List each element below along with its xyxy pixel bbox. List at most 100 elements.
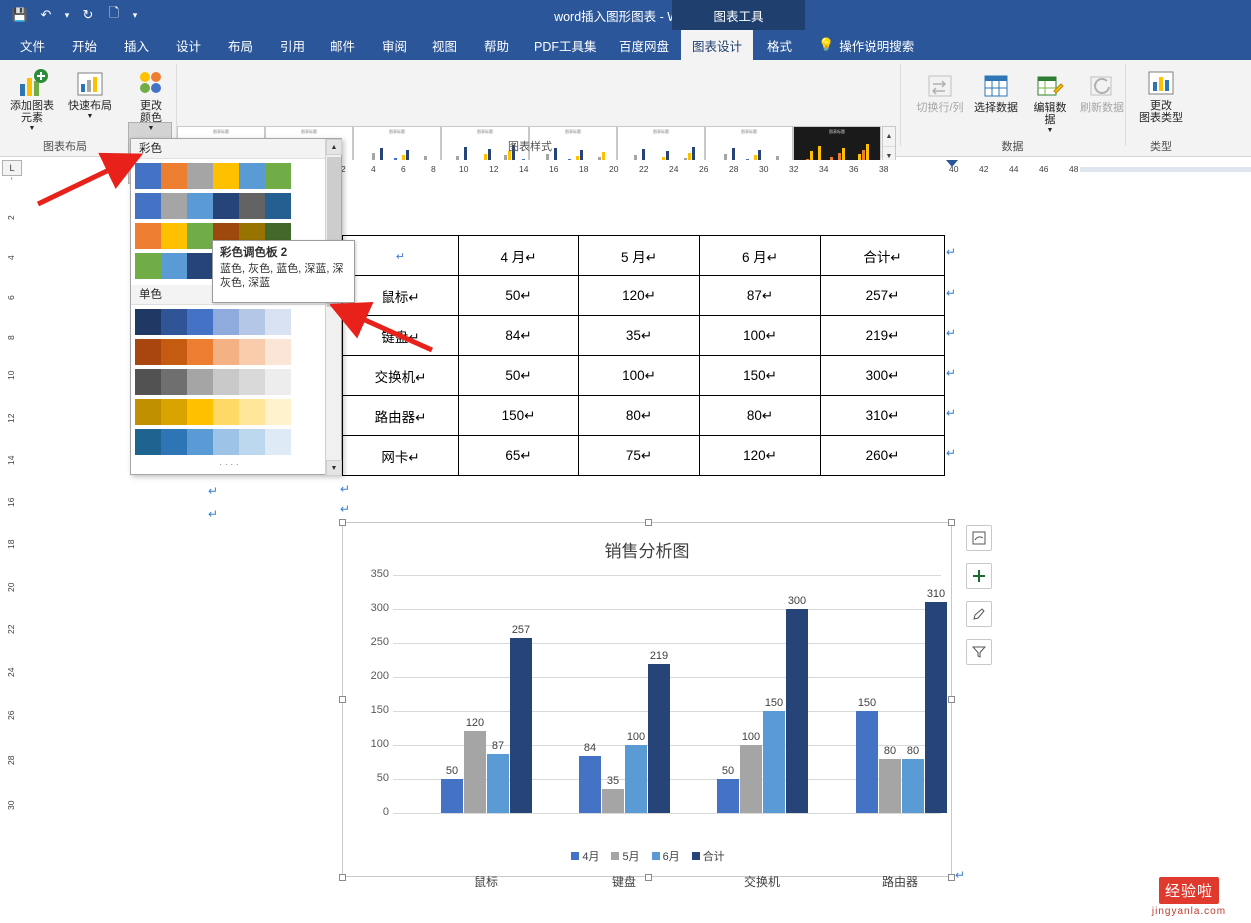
color-swatch[interactable] <box>187 309 213 335</box>
color-swatch[interactable] <box>187 399 213 425</box>
tab-help[interactable]: 帮助 <box>474 30 519 60</box>
table-cell[interactable]: 257↵ <box>820 275 945 316</box>
table-cell[interactable]: 150↵ <box>458 395 579 436</box>
color-swatch[interactable] <box>135 223 161 249</box>
color-swatch[interactable] <box>161 163 187 189</box>
tab-references[interactable]: 引用 <box>270 30 315 60</box>
horizontal-ruler[interactable]: 2 4 6 8 10 12 14 16 18 20 22 24 26 28 30… <box>208 160 1251 180</box>
indent-marker[interactable] <box>946 160 958 167</box>
bar-6月-交换机[interactable] <box>763 711 785 813</box>
table-cell[interactable]: 65↵ <box>458 435 579 476</box>
color-swatch[interactable] <box>187 163 213 189</box>
color-swatch[interactable] <box>265 369 291 395</box>
table-cell[interactable]: 87↵ <box>699 275 821 316</box>
table-cell[interactable]: 合计↵ <box>820 235 945 276</box>
color-swatch[interactable] <box>239 309 265 335</box>
resize-handle-ne[interactable] <box>948 519 955 526</box>
table-cell[interactable]: 260↵ <box>820 435 945 476</box>
table-row[interactable]: 网卡↵ 65↵ 75↵ 120↵ 260↵ <box>342 435 945 476</box>
quick-layout-button[interactable]: 快速布局 ▼ <box>62 66 118 120</box>
color-swatch[interactable] <box>239 163 265 189</box>
color-swatch[interactable] <box>187 369 213 395</box>
color-swatch[interactable] <box>161 253 187 279</box>
tell-me-search[interactable]: 💡 操作说明搜索 <box>818 30 914 60</box>
vertical-ruler[interactable]: - 2 4 6 8 10 12 14 16 18 20 22 24 26 28 … <box>0 160 28 923</box>
resize-handle-sw[interactable] <box>339 874 346 881</box>
legend-item[interactable]: 6月 <box>651 848 680 864</box>
resize-handle-n[interactable] <box>645 519 652 526</box>
tab-pdf-tools[interactable]: PDF工具集 <box>524 30 607 60</box>
tab-insert[interactable]: 插入 <box>114 30 159 60</box>
chart-styles-button[interactable] <box>966 601 992 627</box>
tab-layout[interactable]: 布局 <box>218 30 263 60</box>
resize-handle-e[interactable] <box>948 696 955 703</box>
legend-item[interactable]: 5月 <box>611 848 640 864</box>
tab-file[interactable]: 文件 <box>10 30 55 60</box>
bar-4月-鼠标[interactable] <box>441 779 463 813</box>
color-swatch[interactable] <box>213 163 239 189</box>
color-row-mono-1[interactable] <box>135 309 291 335</box>
color-row-colorful-2[interactable] <box>135 193 291 219</box>
table-cell[interactable]: 网卡↵ <box>342 435 459 476</box>
color-swatch[interactable] <box>187 223 213 249</box>
table-cell[interactable]: 84↵ <box>458 315 579 356</box>
chevron-down-icon[interactable]: ▼ <box>148 125 155 132</box>
table-cell[interactable]: 300↵ <box>820 355 945 396</box>
tab-chart-design[interactable]: 图表设计 <box>681 30 753 60</box>
change-chart-type-button[interactable]: 更改 图表类型 <box>1130 66 1192 124</box>
add-chart-element-button[interactable]: 添加图表 元素 ▼ <box>4 66 60 132</box>
table-cell[interactable]: 6 月↵ <box>699 235 821 276</box>
table-cell[interactable]: 80↵ <box>699 395 821 436</box>
switch-row-column-button[interactable]: 切换行/列 <box>912 68 968 114</box>
table-cell[interactable]: 219↵ <box>820 315 945 356</box>
table-cell[interactable]: 50↵ <box>458 355 579 396</box>
color-swatch[interactable] <box>187 253 213 279</box>
tab-design[interactable]: 设计 <box>166 30 211 60</box>
bar-4月-路由器[interactable] <box>856 711 878 813</box>
tab-mailings[interactable]: 邮件 <box>320 30 365 60</box>
scroll-down-icon[interactable]: ▼ <box>326 460 342 476</box>
refresh-data-button[interactable]: 刷新数据 <box>1074 68 1130 114</box>
color-swatch[interactable] <box>265 429 291 455</box>
color-swatch[interactable] <box>213 369 239 395</box>
color-row-mono-4[interactable] <box>135 399 291 425</box>
color-swatch[interactable] <box>265 163 291 189</box>
scroll-up-icon[interactable]: ▲ <box>326 139 342 155</box>
bar-5月-路由器[interactable] <box>879 759 901 813</box>
color-swatch[interactable] <box>213 193 239 219</box>
table-cell[interactable]: 路由器↵ <box>342 395 459 436</box>
legend-item[interactable]: 合计 <box>691 848 725 864</box>
chart-legend[interactable]: 4月 5月 6月 合计 <box>343 848 953 864</box>
table-cell[interactable]: 100↵ <box>578 355 700 396</box>
chart-layout-options-button[interactable] <box>966 525 992 551</box>
table-row[interactable]: 路由器↵ 150↵ 80↵ 80↵ 310↵ <box>342 395 945 436</box>
table-cell[interactable]: 35↵ <box>578 315 700 356</box>
tab-format[interactable]: 格式 <box>757 30 802 60</box>
resize-handle-se[interactable] <box>948 874 955 881</box>
tab-review[interactable]: 审阅 <box>372 30 417 60</box>
resize-handle-w[interactable] <box>339 696 346 703</box>
chevron-down-icon[interactable]: ▼ <box>87 113 94 120</box>
bar-6月-鼠标[interactable] <box>487 754 509 813</box>
table-cell[interactable]: 100↵ <box>699 315 821 356</box>
table-cell[interactable]: 120↵ <box>699 435 821 476</box>
table-cell[interactable]: 310↵ <box>820 395 945 436</box>
table-cell[interactable]: 75↵ <box>578 435 700 476</box>
tab-stop-selector[interactable]: L <box>2 160 22 176</box>
color-swatch[interactable] <box>239 193 265 219</box>
color-row-mono-5[interactable] <box>135 429 291 455</box>
bar-5月-键盘[interactable] <box>602 789 624 813</box>
chart-object[interactable]: 销售分析图 350 300 250 200 150 100 50 0 50 12… <box>339 519 955 889</box>
color-swatch[interactable] <box>239 339 265 365</box>
table-cell[interactable]: 交换机↵ <box>342 355 459 396</box>
color-swatch[interactable] <box>213 339 239 365</box>
bar-6月-路由器[interactable] <box>902 759 924 813</box>
chevron-down-icon[interactable]: ▼ <box>1047 127 1054 134</box>
change-colors-button-inner[interactable]: 更改 颜色 ▼ <box>122 66 180 132</box>
color-swatch[interactable] <box>265 339 291 365</box>
color-swatch[interactable] <box>213 429 239 455</box>
table-row[interactable]: 交换机↵ 50↵ 100↵ 150↵ 300↵ <box>342 355 945 396</box>
edit-data-button[interactable]: 编辑数 据 ▼ <box>1022 68 1078 134</box>
color-swatch[interactable] <box>161 429 187 455</box>
color-swatch[interactable] <box>239 369 265 395</box>
